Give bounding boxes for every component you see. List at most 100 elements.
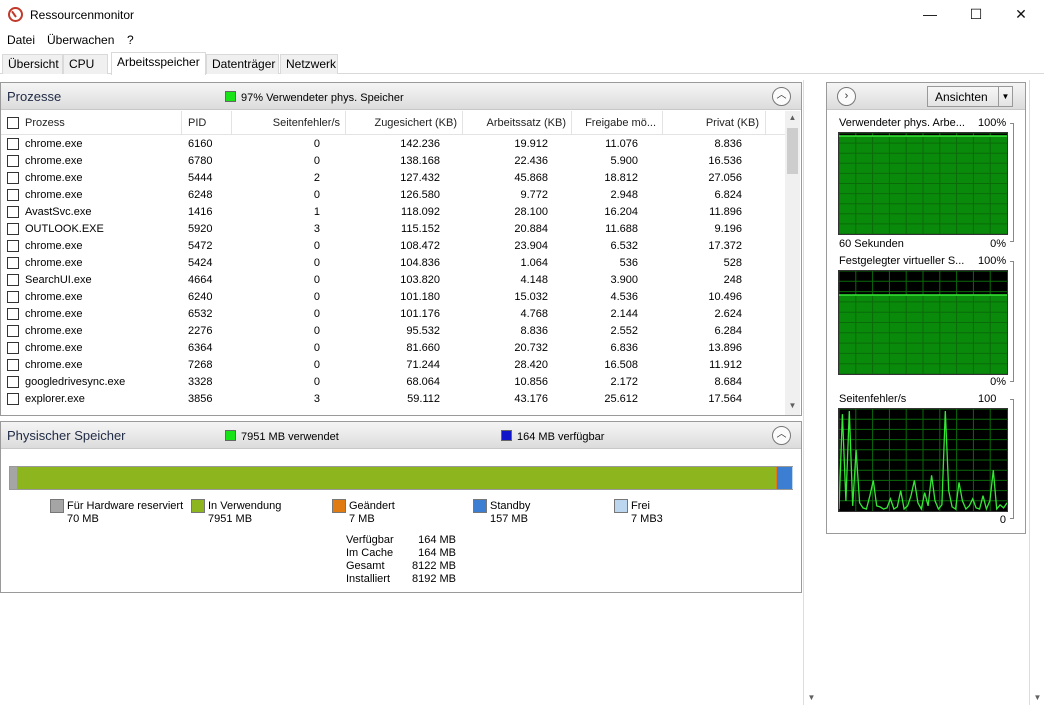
process-private: 9.196 — [714, 223, 742, 235]
tab-netzwerk[interactable]: Netzwerk — [280, 54, 338, 74]
col-prozess[interactable]: Prozess — [25, 117, 65, 129]
table-row[interactable]: chrome.exe 6248 0 126.580 9.772 2.948 6.824 — [1, 187, 786, 204]
main-scrollbar[interactable]: ▼ — [803, 80, 818, 705]
col-arbeitssatz[interactable]: Arbeitssatz (KB) — [487, 117, 566, 129]
table-row[interactable]: OUTLOOK.EXE 5920 3 115.152 20.884 11.688 9.196 — [1, 221, 786, 238]
process-shareable: 11.076 — [605, 138, 638, 150]
processes-header[interactable]: Prozesse 97% Verwendeter phys. Speicher … — [1, 83, 801, 110]
process-workingset: 19.912 — [514, 138, 548, 150]
available-memory-info: 164 MB verfügbar — [501, 430, 604, 443]
graph-canvas — [838, 270, 1008, 375]
process-name: AvastSvc.exe — [25, 206, 92, 218]
process-pid: 6240 — [188, 291, 213, 303]
collapse-processes-button[interactable]: ︿ — [772, 87, 791, 106]
process-table-scrollbar[interactable]: ▲ ▼ — [785, 111, 800, 415]
table-row[interactable]: chrome.exe 6160 0 142.236 19.912 11.076 8.836 — [1, 136, 786, 153]
menu-help[interactable]: ? — [127, 33, 134, 47]
row-checkbox[interactable] — [7, 172, 19, 184]
col-seitenfehler[interactable]: Seitenfehler/s — [273, 117, 340, 129]
row-checkbox[interactable] — [7, 359, 19, 371]
legend-label: Geändert — [349, 500, 395, 512]
process-faults: 0 — [313, 359, 320, 371]
graph-scale-bracket — [1010, 399, 1014, 519]
row-checkbox[interactable] — [7, 257, 19, 269]
table-row[interactable]: chrome.exe 6780 0 138.168 22.436 5.900 16.536 — [1, 153, 786, 170]
process-shareable: 5.900 — [610, 155, 638, 167]
title-bar: Ressourcenmonitor — ☐ ✕ — [0, 0, 1044, 30]
expand-sidepanel-button[interactable]: › — [837, 87, 856, 106]
graph-title: Festgelegter virtueller S... — [839, 255, 965, 267]
row-checkbox[interactable] — [7, 308, 19, 320]
row-checkbox[interactable] — [7, 155, 19, 167]
graph-max: 100 — [978, 393, 997, 405]
side-scrollbar[interactable]: ▼ — [1029, 80, 1044, 705]
table-row[interactable]: chrome.exe 6532 0 101.176 4.768 2.144 2.624 — [1, 306, 786, 323]
row-checkbox[interactable] — [7, 240, 19, 252]
chevron-down-icon[interactable]: ▼ — [998, 87, 1012, 106]
collapse-physical-memory-button[interactable]: ︿ — [772, 426, 791, 445]
scroll-down-arrow-icon[interactable]: ▼ — [804, 693, 819, 702]
col-privat[interactable]: Privat (KB) — [706, 117, 759, 129]
table-row[interactable]: explorer.exe 3856 3 59.112 43.176 25.612 17.56… — [1, 391, 786, 408]
row-checkbox[interactable] — [7, 206, 19, 218]
row-checkbox[interactable] — [7, 291, 19, 303]
side-scroll-down-arrow-icon[interactable]: ▼ — [1030, 693, 1044, 702]
row-checkbox[interactable] — [7, 325, 19, 337]
menu-datei[interactable]: Datei — [7, 33, 35, 47]
close-button[interactable]: ✕ — [998, 0, 1044, 30]
table-row[interactable]: chrome.exe 5424 0 104.836 1.064 536 528 — [1, 255, 786, 272]
tab-cpu[interactable]: CPU — [63, 54, 108, 74]
row-checkbox[interactable] — [7, 393, 19, 405]
col-pid[interactable]: PID — [188, 117, 206, 129]
col-freigabe[interactable]: Freigabe mö... — [585, 117, 656, 129]
process-shareable: 2.552 — [610, 325, 638, 337]
tab-arbeitsspeicher[interactable]: Arbeitsspeicher — [111, 52, 206, 75]
scroll-down-arrow-icon[interactable]: ▼ — [785, 401, 800, 410]
process-pid: 7268 — [188, 359, 213, 371]
table-row[interactable]: chrome.exe 2276 0 95.532 8.836 2.552 6.284 — [1, 323, 786, 340]
menu-ueberwachen[interactable]: Überwachen — [47, 33, 114, 47]
process-faults: 0 — [313, 376, 320, 388]
row-checkbox[interactable] — [7, 274, 19, 286]
memory-bar-segment-free — [792, 467, 793, 489]
table-row[interactable]: SearchUI.exe 4664 0 103.820 4.148 3.900 248 — [1, 272, 786, 289]
process-commit: 126.580 — [400, 189, 440, 201]
table-row[interactable]: AvastSvc.exe 1416 1 118.092 28.100 16.204 11.8… — [1, 204, 786, 221]
table-row[interactable]: googledrivesync.exe 3328 0 68.064 10.856 2.17… — [1, 374, 786, 391]
row-checkbox[interactable] — [7, 138, 19, 150]
scroll-up-arrow-icon[interactable]: ▲ — [785, 113, 800, 122]
tab-datentraeger[interactable]: Datenträger — [206, 54, 279, 74]
graph-min: 0 — [999, 514, 1006, 526]
stat-label: Im Cache — [346, 547, 394, 559]
table-row[interactable]: chrome.exe 5444 2 127.432 45.868 18.812 27.056 — [1, 170, 786, 187]
table-row[interactable]: chrome.exe 7268 0 71.244 28.420 16.508 11.912 — [1, 357, 786, 374]
minimize-button[interactable]: — — [907, 0, 953, 30]
physical-memory-header[interactable]: Physischer Speicher 7951 MB verwendet 16… — [1, 422, 801, 449]
select-all-checkbox[interactable] — [7, 117, 19, 129]
views-dropdown[interactable]: Ansichten ▼ — [927, 86, 1013, 107]
row-checkbox[interactable] — [7, 189, 19, 201]
process-pid: 3856 — [188, 393, 213, 405]
process-commit: 142.236 — [400, 138, 440, 150]
process-pid: 5920 — [188, 223, 213, 235]
row-checkbox[interactable] — [7, 223, 19, 235]
col-zugesichert[interactable]: Zugesichert (KB) — [374, 117, 457, 129]
maximize-button[interactable]: ☐ — [953, 0, 999, 30]
process-commit: 108.472 — [400, 240, 440, 252]
table-row[interactable]: chrome.exe 5472 0 108.472 23.904 6.532 17.372 — [1, 238, 786, 255]
graph-time-label: 60 Sekunden — [839, 238, 904, 250]
process-shareable: 2.172 — [610, 376, 638, 388]
process-pid: 5444 — [188, 172, 213, 184]
row-checkbox[interactable] — [7, 342, 19, 354]
row-checkbox[interactable] — [7, 376, 19, 388]
memory-stats: Verfügbar 164 MB Im Cache 164 MB Gesamt 8122 … — [346, 534, 456, 586]
used-color-swatch — [225, 430, 236, 441]
memory-bar-segment-hardware — [10, 467, 17, 489]
process-workingset: 45.868 — [514, 172, 548, 184]
table-row[interactable]: chrome.exe 6364 0 81.660 20.732 6.836 13.896 — [1, 340, 786, 357]
process-shareable: 16.508 — [604, 359, 638, 371]
process-name: chrome.exe — [25, 155, 83, 167]
tab-uebersicht[interactable]: Übersicht — [2, 54, 63, 74]
scroll-thumb[interactable] — [787, 128, 798, 174]
table-row[interactable]: chrome.exe 6240 0 101.180 15.032 4.536 10.496 — [1, 289, 786, 306]
